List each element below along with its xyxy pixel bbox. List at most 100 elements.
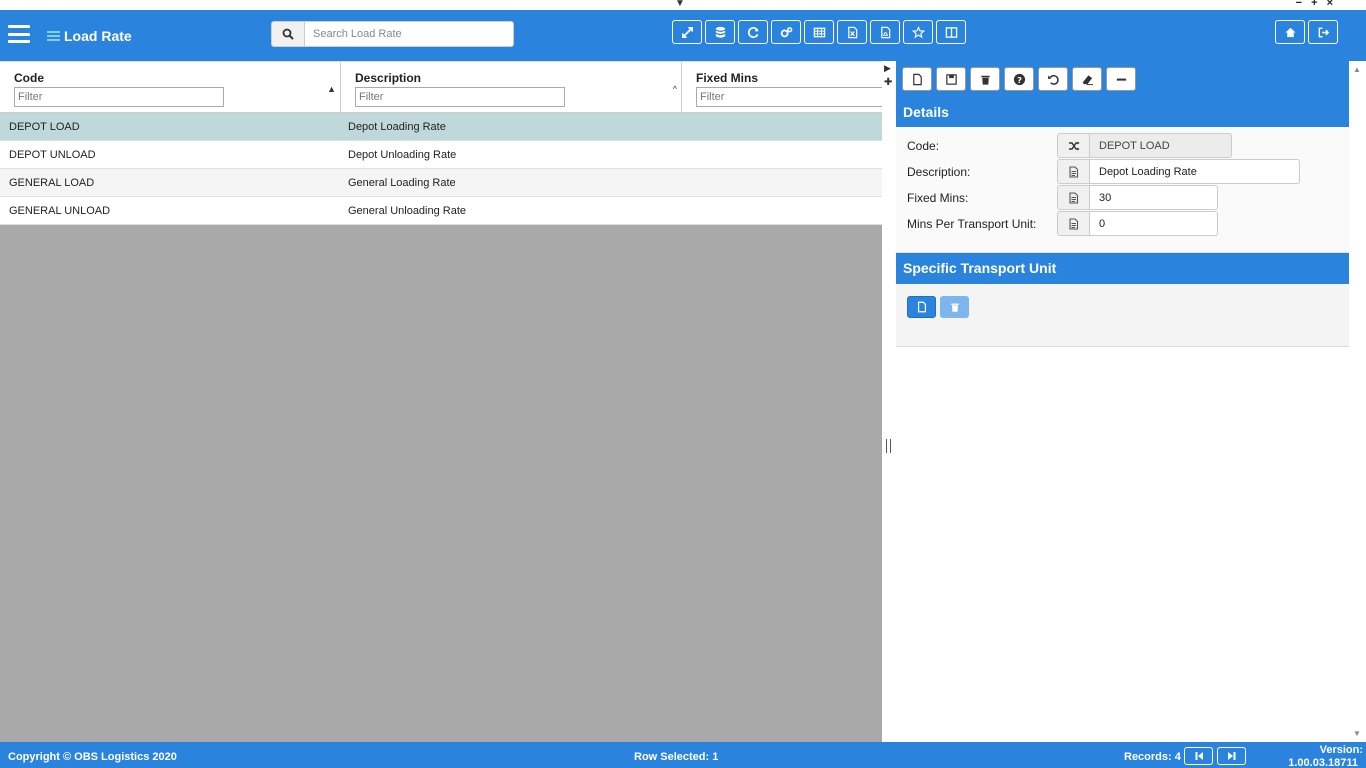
split-view-button[interactable] [936,20,966,44]
header-bar: Load Rate [0,10,1366,61]
header-right-toolbar [1275,20,1341,44]
window-controls[interactable]: − + × [1296,0,1336,9]
help-icon: ? [1013,73,1025,85]
search-button[interactable] [271,21,305,47]
filter-input-fixed-mins[interactable] [696,87,882,107]
help-button[interactable]: ? [1004,67,1034,91]
shuffle-icon[interactable] [1057,133,1090,158]
first-record-icon [1195,752,1203,760]
table-row[interactable]: DEPOT LOAD Depot Loading Rate [0,113,882,141]
cell-description: General Loading Rate [348,177,456,189]
table-view-button[interactable] [804,20,834,44]
table-icon [813,27,825,37]
add-transport-unit-button[interactable] [907,296,936,318]
mins-per-transport-unit-field[interactable]: 0 [1090,211,1218,236]
table-row[interactable]: DEPOT UNLOAD Depot Unloading Rate [0,141,882,169]
details-section-title: Details [896,97,1349,127]
field-label-fixed-mins: Fixed Mins: [907,191,969,205]
cell-code: DEPOT UNLOAD [9,149,96,161]
row-selected-status: Row Selected: 1 [634,751,719,763]
collapse-arrow-icon[interactable]: ▶ [884,63,891,74]
logout-button[interactable] [1308,20,1338,44]
settings-button[interactable] [771,20,801,44]
export-pdf-button[interactable] [870,20,900,44]
field-label-description: Description: [907,165,971,179]
column-label-description: Description [355,71,422,85]
refresh-button[interactable] [738,20,768,44]
document-icon [1057,159,1090,184]
specific-transport-unit-title: Specific Transport Unit [896,253,1349,284]
cell-description: General Unloading Rate [348,205,467,217]
sort-indicator-icon[interactable]: ^ [673,84,677,94]
field-label-mins-per-transport-unit: Mins Per Transport Unit: [907,217,1037,231]
star-icon [911,25,925,38]
export-excel-button[interactable] [837,20,867,44]
fixed-mins-field[interactable]: 30 [1090,185,1218,210]
export-pdf-icon [880,26,890,38]
column-label-code: Code [14,71,44,85]
new-icon [917,301,926,313]
top-strip: ▼ − + × [0,0,1366,10]
cell-code: GENERAL LOAD [9,177,95,189]
clear-button[interactable] [1072,67,1102,91]
cell-description: Depot Unloading Rate [348,149,457,161]
page-title: Load Rate [64,28,132,44]
export-excel-icon [847,26,857,38]
new-button[interactable] [902,67,932,91]
expand-icon [681,26,693,38]
table-row[interactable]: GENERAL UNLOAD General Unloading Rate [0,197,882,225]
pin-icon[interactable]: ✚ [884,77,892,88]
column-header-code[interactable]: Code ▲ [0,62,341,113]
logout-icon [1318,27,1329,37]
detail-panel: ? Details Code: DEPOT LOAD Description: … [896,61,1349,742]
search-input[interactable] [305,21,514,47]
eraser-icon [1082,74,1093,85]
app-window: ▼ − + × Load Rate Search Load Rate Code … [0,0,1366,768]
column-header-fixed-mins[interactable]: Fixed Mins [682,62,882,113]
dropdown-toggle-icon[interactable]: ▼ [675,0,685,9]
delete-button[interactable] [970,67,1000,91]
home-icon [1284,27,1296,37]
first-record-button[interactable] [1184,747,1213,765]
transport-unit-section [896,284,1349,347]
grid-header: Code ▲ Description ^ Fixed Mins [0,61,882,113]
table-row[interactable]: GENERAL LOAD General Loading Rate [0,169,882,197]
filter-input-code[interactable] [14,87,224,107]
minimize-button[interactable] [1106,67,1136,91]
version-label: Version: [1319,744,1363,756]
favourite-button[interactable] [903,20,933,44]
last-record-icon [1227,752,1235,760]
new-icon [912,73,922,85]
hamburger-menu-icon[interactable] [8,25,30,43]
cell-code: DEPOT LOAD [9,121,80,133]
expand-button[interactable] [672,20,702,44]
data-grid: Code ▲ Description ^ Fixed Mins DEPOT LO… [0,61,882,742]
sort-indicator-icon[interactable]: ▲ [327,84,336,94]
save-button[interactable] [936,67,966,91]
undo-button[interactable] [1038,67,1068,91]
cogs-icon [780,26,792,37]
database-button[interactable] [705,20,735,44]
code-field[interactable]: DEPOT LOAD [1090,133,1232,158]
delete-transport-unit-button[interactable] [940,296,969,318]
filter-input-description[interactable] [355,87,565,107]
page-title-group: Load Rate [47,28,132,44]
version-info: Version: 1.00.03.18711 [1288,744,1363,768]
document-icon [1057,211,1090,236]
last-record-button[interactable] [1217,747,1246,765]
home-button[interactable] [1275,20,1305,44]
database-icon [715,26,725,38]
record-navigation [1184,747,1250,765]
scroll-down-icon[interactable]: ▼ [1353,729,1361,738]
description-field[interactable]: Depot Loading Rate [1090,159,1300,184]
delete-icon [950,303,959,312]
version-number: 1.00.03.18711 [1288,757,1358,768]
scroll-up-icon[interactable]: ▲ [1353,65,1361,74]
status-footer: Copyright © OBS Logistics 2020 Row Selec… [0,742,1366,768]
panel-gutter: ▶ ✚ [882,61,896,742]
cell-description: Depot Loading Rate [348,121,446,133]
splitter-handle[interactable] [886,439,891,453]
vertical-scrollbar[interactable]: ▲ ▼ [1349,61,1366,742]
document-icon [1057,185,1090,210]
column-header-description[interactable]: Description ^ [341,62,682,113]
